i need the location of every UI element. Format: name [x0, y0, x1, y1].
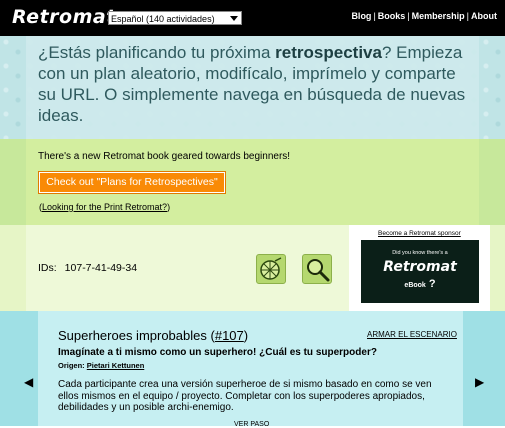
ids-value[interactable]: 107-7-41-49-34 — [65, 262, 137, 274]
random-plan-icon — [260, 257, 282, 280]
print-retromat-line: (Looking for the Print Retromat?) — [39, 202, 171, 212]
nav-books[interactable]: Books — [378, 11, 406, 21]
nav-about[interactable]: About — [471, 11, 497, 21]
random-plan-button[interactable] — [256, 254, 286, 284]
retromat-logo[interactable]: Retromat — [12, 6, 116, 28]
phase-link[interactable]: ARMAR EL ESCENARIO — [367, 330, 457, 339]
search-icon — [307, 259, 330, 282]
book-button[interactable]: Check out "Plans for Retrospectives" — [39, 172, 225, 193]
nav-membership[interactable]: Membership — [412, 11, 465, 21]
intro-text: ¿Estás planificando tu próxima retrospec… — [38, 43, 466, 125]
nav-blog[interactable]: Blog — [351, 11, 371, 21]
ad-line-2: Retromat — [383, 259, 457, 275]
ebook-ad[interactable]: Did you know there's a Retromat eBook? — [361, 240, 479, 303]
print-retromat-link[interactable]: Looking for the Print Retromat? — [42, 202, 167, 212]
top-nav: Blog | Books | Membership | About — [351, 11, 497, 21]
activity-title: Superheroes improbables (#107) — [58, 328, 249, 343]
activity-origin: Origen: Pietari Kettunen — [58, 361, 145, 370]
ids-label: IDs: — [38, 262, 57, 274]
language-select-value: Español (140 actividades) — [111, 14, 215, 24]
next-activity-arrow-icon[interactable]: ▶ — [475, 375, 484, 389]
activity-more-link[interactable]: VER PASO — [234, 421, 269, 428]
plan-ids: IDs: 107-7-41-49-34 — [38, 262, 137, 274]
prev-activity-arrow-icon[interactable]: ◀ — [24, 375, 33, 389]
search-button[interactable] — [302, 254, 332, 284]
chevron-down-icon — [230, 16, 238, 21]
language-select[interactable]: Español (140 actividades) — [108, 11, 242, 25]
origin-author-link[interactable]: Pietari Kettunen — [87, 361, 145, 370]
intro-bold: retrospectiva — [275, 43, 382, 62]
activity-subtitle: Imagínate a ti mismo como un superhero! … — [58, 347, 377, 358]
activity-description: Cada participante crea una versión super… — [58, 379, 432, 413]
top-bar: Retromat Español (140 actividades) Blog |… — [0, 0, 505, 36]
activity-id-link[interactable]: #107 — [215, 328, 244, 343]
ad-line-1: Did you know there's a — [392, 250, 448, 256]
book-note: There's a new Retromat book geared towar… — [38, 151, 291, 162]
ad-line-3: eBook? — [404, 278, 436, 290]
sponsor-link[interactable]: Become a Retromat sponsor — [378, 230, 461, 237]
